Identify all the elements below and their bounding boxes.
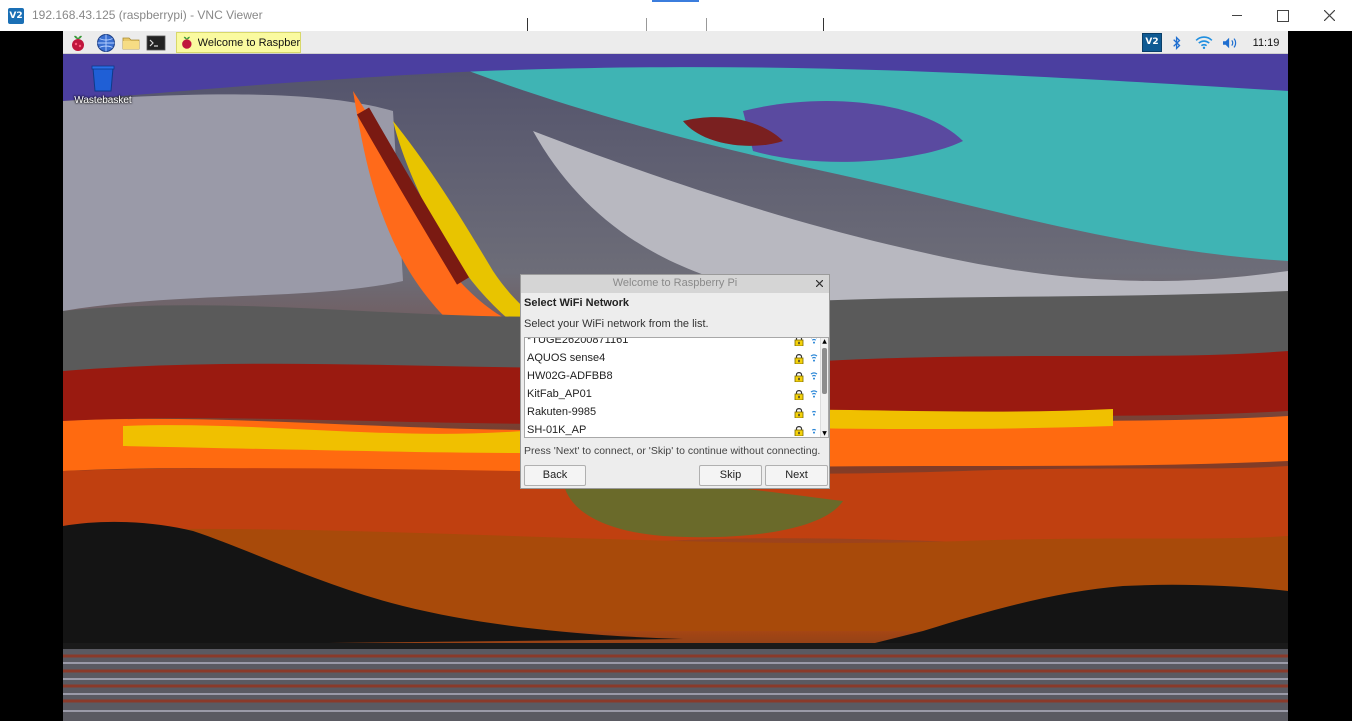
window-title: 192.168.43.125 (raspberrypi) - VNC Viewe…	[32, 8, 263, 22]
signal-strength-icon	[810, 390, 818, 398]
network-ssid: AQUOS sense4	[527, 352, 606, 364]
network-row[interactable]: *TUGE26200871161	[525, 337, 821, 349]
wifi-network-list[interactable]: *TUGE26200871161 AQUOS sense4 HW02G-ADFBB8…	[524, 337, 829, 438]
dialog-title: Welcome to Raspberry Pi	[612, 277, 738, 289]
lock-icon	[794, 338, 804, 346]
web-browser-icon[interactable]	[96, 33, 116, 53]
lock-icon	[794, 354, 804, 364]
maximize-button[interactable]	[1260, 0, 1306, 31]
skip-button[interactable]: Skip	[699, 465, 762, 486]
signal-strength-icon	[811, 428, 817, 434]
vnc-toolbar-handle[interactable]	[652, 0, 699, 2]
signal-strength-icon	[810, 372, 818, 380]
bluetooth-icon	[1173, 35, 1181, 50]
network-rows: *TUGE26200871161 AQUOS sense4 HW02G-ADFBB8…	[525, 337, 821, 437]
network-row[interactable]: KitFab_AP01	[525, 385, 821, 403]
dialog-description: Select your WiFi network from the list.	[524, 318, 709, 330]
trash-icon	[91, 65, 115, 92]
scroll-up-arrow-icon[interactable]: ▲	[821, 338, 828, 345]
network-row[interactable]: HW02G-ADFBB8	[525, 367, 821, 385]
network-ssid: *TUGE26200871161	[527, 337, 629, 346]
wastebasket-desktop-icon[interactable]: Wastebasket	[71, 63, 135, 106]
scrollbar-thumb[interactable]	[822, 348, 827, 394]
dialog-close-button[interactable]	[812, 276, 826, 291]
lock-icon	[794, 390, 804, 400]
raspberry-icon	[182, 36, 192, 49]
dialog-titlebar[interactable]: Welcome to Raspberry Pi	[521, 275, 829, 293]
network-list-scrollbar[interactable]: ▲ ▼	[820, 338, 828, 437]
close-icon	[1323, 10, 1335, 21]
terminal-icon[interactable]	[146, 33, 166, 53]
task-label: Welcome to Raspber...	[197, 36, 300, 49]
network-row[interactable]: Rakuten-9985	[525, 403, 821, 421]
network-row[interactable]: AQUOS sense4	[525, 349, 821, 367]
network-ssid: SH-01K_AP	[527, 424, 587, 436]
network-ssid: Rakuten-9985	[527, 406, 597, 418]
volume-tray[interactable]	[1220, 31, 1240, 54]
remote-desktop[interactable]: Welcome to Raspber... V2 11:19 Wastebask…	[63, 31, 1288, 721]
vnc-tray-icon: V2	[1142, 33, 1162, 52]
signal-strength-icon	[811, 410, 817, 416]
vnc-server-tray[interactable]: V2	[1141, 31, 1163, 54]
scroll-down-arrow-icon[interactable]: ▼	[821, 430, 828, 437]
desktop-icon-label: Wastebasket	[74, 95, 132, 106]
signal-strength-icon	[811, 338, 817, 344]
bluetooth-tray[interactable]	[1169, 31, 1185, 54]
network-row[interactable]: SH-01K_AP	[525, 421, 821, 437]
network-ssid: HW02G-ADFBB8	[527, 370, 613, 382]
back-button[interactable]: Back	[524, 465, 586, 486]
lock-icon	[794, 426, 804, 436]
vnc-viewer-titlebar: V2 192.168.43.125 (raspberrypi) - VNC Vi…	[0, 0, 1352, 33]
dialog-hint: Press 'Next' to connect, or 'Skip' to co…	[524, 445, 821, 457]
signal-strength-icon	[810, 354, 818, 362]
pi-taskbar: Welcome to Raspber... V2 11:19	[63, 31, 1288, 54]
vnc-app-icon: V2	[8, 8, 24, 24]
raspberry-menu-icon[interactable]	[68, 33, 88, 53]
minimize-button[interactable]	[1214, 0, 1260, 31]
network-ssid: KitFab_AP01	[527, 388, 592, 400]
close-icon	[815, 279, 823, 288]
lock-icon	[794, 372, 804, 382]
dialog-heading: Select WiFi Network	[524, 297, 630, 309]
lock-icon	[794, 408, 804, 418]
welcome-wizard-dialog: Welcome to Raspberry Pi Select WiFi Netw…	[520, 274, 830, 489]
taskbar-welcome-task[interactable]: Welcome to Raspber...	[176, 32, 301, 53]
next-button[interactable]: Next	[765, 465, 828, 486]
volume-icon	[1223, 37, 1237, 48]
clock[interactable]: 11:19	[1249, 31, 1283, 54]
close-window-button[interactable]	[1306, 0, 1352, 31]
wifi-tray[interactable]	[1194, 31, 1214, 54]
wifi-icon	[1195, 35, 1213, 49]
file-manager-icon[interactable]	[121, 33, 141, 53]
